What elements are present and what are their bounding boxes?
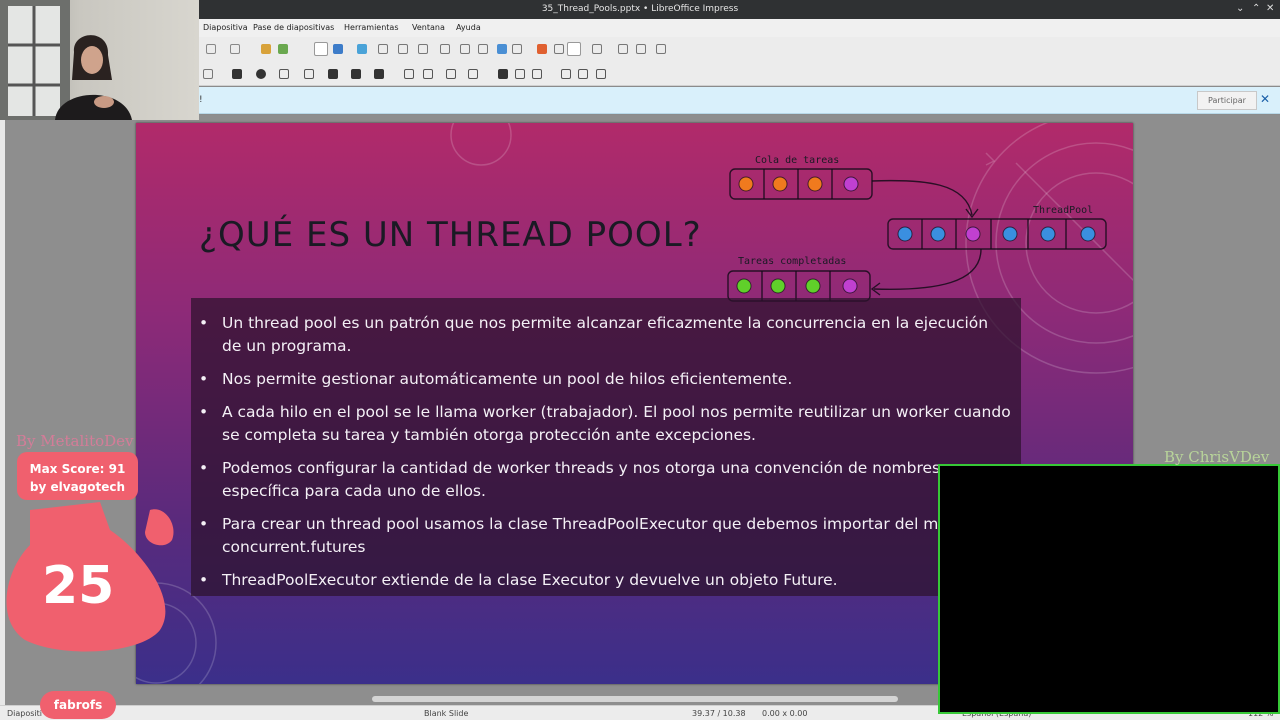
presenter-video [0, 0, 132, 120]
completed-label: Tareas completadas [738, 256, 847, 267]
status-position: 39.37 / 10.38 [692, 709, 746, 718]
clone-format-icon[interactable] [314, 42, 328, 56]
align-icon[interactable] [423, 69, 433, 79]
callout-icon[interactable] [328, 69, 338, 79]
infobar-close-icon[interactable]: ✕ [1260, 92, 1270, 106]
find-icon[interactable] [261, 44, 271, 54]
counter-value: 25 [42, 556, 115, 616]
menu-pase-de-diapositivas[interactable]: Pase de diapositivas [253, 23, 334, 32]
transformations-icon[interactable] [596, 69, 606, 79]
points-icon[interactable] [578, 69, 588, 79]
menu-ventana[interactable]: Ventana [412, 23, 445, 32]
comment-icon[interactable] [378, 44, 388, 54]
bullet-item: Un thread pool es un patrón que nos perm… [199, 312, 1012, 358]
line-color-icon[interactable] [232, 69, 242, 79]
chart-icon[interactable] [478, 44, 488, 54]
status-layout: Blank Slide [424, 709, 469, 718]
3d-object-icon[interactable] [374, 69, 384, 79]
restore-icon[interactable]: ⌃ [1252, 3, 1260, 14]
spelling-icon[interactable] [278, 44, 288, 54]
helplines-icon[interactable] [357, 44, 367, 54]
draw-function-icon[interactable] [567, 42, 581, 56]
image-icon[interactable] [440, 44, 450, 54]
arrange-icon[interactable] [404, 69, 414, 79]
crop-icon[interactable] [515, 69, 525, 79]
toggle-extrusion-icon[interactable] [561, 69, 571, 79]
more-icon[interactable] [656, 44, 666, 54]
textbox-icon[interactable] [497, 44, 507, 54]
infobar-message: ! [199, 95, 203, 105]
special-character-icon[interactable] [512, 44, 522, 54]
bullet-item: A cada hilo en el pool se le llama worke… [199, 401, 1012, 447]
hyperlink-icon[interactable] [537, 44, 547, 54]
bullet-item: ThreadPoolExecutor extiende de la clase … [199, 569, 1012, 592]
menu-diapositiva[interactable]: Diapositiva [203, 23, 248, 32]
queue-label: Cola de tareas [755, 155, 840, 166]
credit-left: By MetalitoDev [16, 432, 134, 450]
bullet-item: Podemos configurar la cantidad de worker… [199, 457, 1012, 503]
score-line: Max Score: 91 [29, 462, 126, 476]
display-grid-icon[interactable] [333, 44, 343, 54]
threadpool-label: ThreadPool [1033, 205, 1094, 216]
bullet-list: Un thread pool es un patrón que nos perm… [199, 312, 1012, 602]
show-draw-icon[interactable] [618, 44, 628, 54]
user-tag: fabrofs [40, 691, 116, 719]
slide-icon[interactable] [398, 44, 408, 54]
rectangle-icon[interactable] [304, 69, 314, 79]
line-style-icon[interactable] [279, 69, 289, 79]
score-by-line: by elvagotech [29, 480, 126, 494]
content-textbox[interactable]: Un thread pool es un patrón que nos perm… [191, 298, 1021, 596]
redo-icon[interactable] [230, 44, 240, 54]
participar-button[interactable]: Participar [1197, 91, 1257, 110]
score-card: Max Score: 91 by elvagotech [17, 452, 138, 500]
bullet-item: Para crear un thread pool usamos la clas… [199, 513, 1012, 559]
menu-ayuda[interactable]: Ayuda [456, 23, 481, 32]
bullet-item: Nos permite gestionar automáticamente un… [199, 368, 1012, 391]
connector-icon[interactable] [592, 44, 602, 54]
rotate-icon[interactable] [468, 69, 478, 79]
credit-right: By ChrisVDev [1164, 448, 1270, 466]
distribute-icon[interactable] [446, 69, 456, 79]
status-slide: Diapositi [7, 709, 43, 718]
object-icon[interactable] [636, 44, 646, 54]
media-icon[interactable] [460, 44, 470, 54]
table-icon[interactable] [418, 44, 428, 54]
minimize-icon[interactable]: ⌄ [1236, 3, 1244, 14]
status-size: 0.00 x 0.00 [762, 709, 808, 718]
horizontal-scrollbar[interactable] [372, 696, 898, 702]
star-icon[interactable] [351, 69, 361, 79]
slide-title[interactable]: ¿QUÉ ES UN THREAD POOL? [199, 215, 702, 255]
close-icon[interactable]: ✕ [1266, 3, 1274, 14]
fill-icon[interactable] [256, 69, 266, 79]
camera-panel [938, 464, 1280, 714]
filter-icon[interactable] [532, 69, 542, 79]
undo-icon[interactable] [206, 44, 216, 54]
select-icon[interactable] [203, 69, 213, 79]
webcam-overlay [0, 0, 199, 120]
menu-herramientas[interactable]: Herramientas [344, 23, 399, 32]
fontwork-icon[interactable] [554, 44, 564, 54]
shadow-icon[interactable] [498, 69, 508, 79]
